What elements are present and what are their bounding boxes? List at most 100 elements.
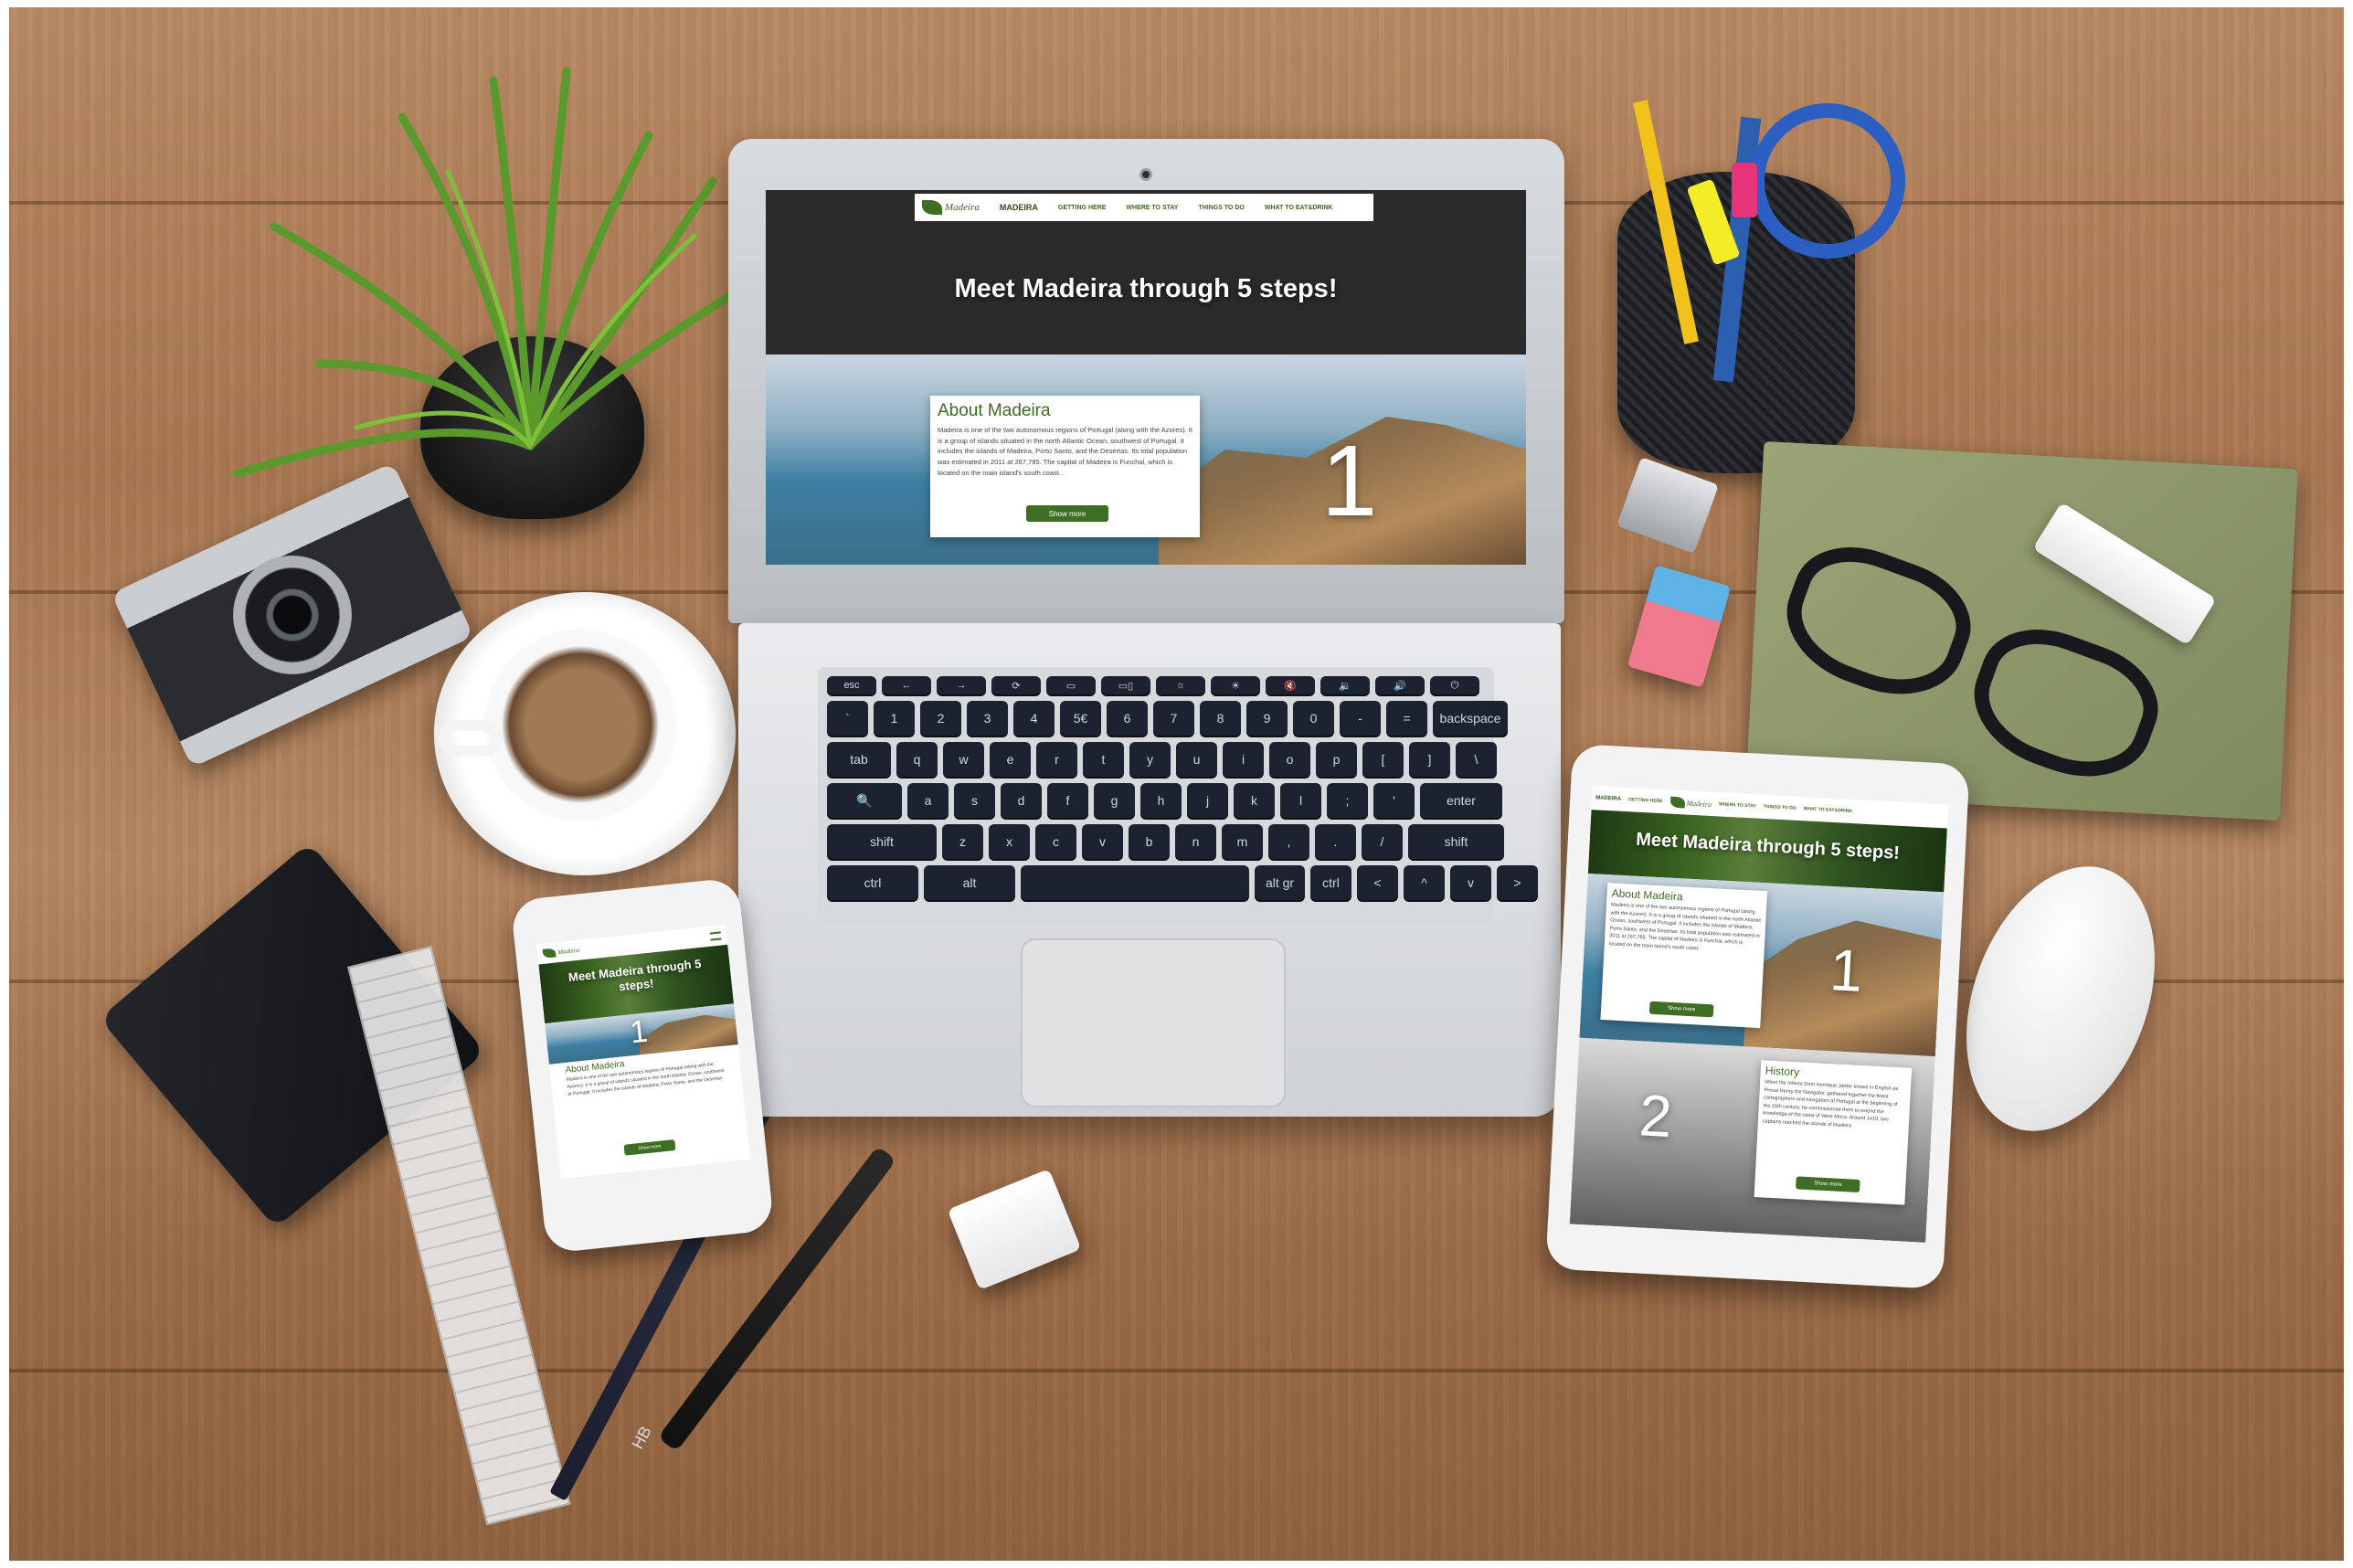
key-n[interactable]: n — [1175, 824, 1216, 859]
mouse — [1932, 840, 2189, 1158]
tablet-section1-number: 1 — [1828, 937, 1865, 1004]
key-s[interactable]: s — [954, 783, 995, 818]
key-alt-gr[interactable]: alt gr — [1255, 865, 1305, 900]
key-r[interactable]: r — [1036, 742, 1077, 777]
key-u[interactable]: u — [1176, 742, 1217, 777]
key-r0-7[interactable]: ☀ — [1211, 676, 1260, 694]
phone-leaf-logo-icon — [542, 948, 556, 959]
brand-name: Madeira — [945, 202, 980, 213]
key-r5-5[interactable]: < — [1357, 865, 1398, 900]
desktop-nav: Madeira MADEIRA GETTING HERE WHERE TO ST… — [915, 194, 1373, 221]
key-p[interactable]: p — [1316, 742, 1357, 777]
key-r0-6[interactable]: ☼ — [1156, 676, 1205, 694]
key-alt[interactable]: alt — [924, 865, 1015, 900]
key-r4-9[interactable]: . — [1315, 824, 1356, 859]
key-r0-3[interactable]: ⟳ — [991, 676, 1041, 694]
trackpad[interactable] — [1021, 938, 1286, 1107]
key-6[interactable]: 6 — [1107, 701, 1148, 736]
key-r4-8[interactable]: , — [1268, 824, 1309, 859]
key-r4-10[interactable]: / — [1362, 824, 1403, 859]
key-i[interactable]: i — [1223, 742, 1264, 777]
key-r2-11[interactable]: [ — [1362, 742, 1404, 777]
phone-about-card: About Madeira Madeira is one of the two … — [559, 1045, 739, 1172]
nav-things-to-do[interactable]: THINGS TO DO — [1198, 205, 1244, 211]
key-x[interactable]: x — [989, 824, 1030, 859]
tablet-brand-logo[interactable]: Madeira — [1669, 796, 1712, 810]
key-r0-9[interactable]: 🔉 — [1320, 676, 1370, 694]
key-j[interactable]: j — [1187, 783, 1228, 818]
key-shift[interactable]: shift — [1408, 824, 1504, 859]
about-show-more-button[interactable]: Show more — [1026, 505, 1108, 522]
key-r3-10[interactable]: ; — [1327, 783, 1368, 818]
key-r0-10[interactable]: 🔊 — [1375, 676, 1425, 694]
nav-where-to-stay[interactable]: WHERE TO STAY — [1126, 205, 1178, 211]
key-2[interactable]: 2 — [920, 701, 961, 736]
key-r0-11[interactable]: ⏻ — [1430, 676, 1479, 694]
key-r3-11[interactable]: ' — [1373, 783, 1415, 818]
key-r0-2[interactable]: → — [937, 676, 986, 694]
key-r0-5[interactable]: ▭▯ — [1101, 676, 1150, 694]
key-y[interactable]: y — [1129, 742, 1171, 777]
key-o[interactable]: o — [1269, 742, 1310, 777]
key-ctrl[interactable]: ctrl — [1310, 865, 1351, 900]
key-z[interactable]: z — [942, 824, 983, 859]
key-m[interactable]: m — [1222, 824, 1263, 859]
key-c[interactable]: c — [1035, 824, 1076, 859]
key-4[interactable]: 4 — [1013, 701, 1055, 736]
tablet-nav-what-to-eat-drink[interactable]: WHAT TO EAT&DRINK — [1804, 806, 1853, 814]
key-7[interactable]: 7 — [1153, 701, 1194, 736]
nav-getting-here[interactable]: GETTING HERE — [1058, 205, 1107, 211]
key-r0-4[interactable]: ▭ — [1046, 676, 1096, 694]
key-k[interactable]: k — [1234, 783, 1275, 818]
key-q[interactable]: q — [896, 742, 938, 777]
key-5[interactable]: 5€ — [1060, 701, 1101, 736]
key-v[interactable]: v — [1082, 824, 1123, 859]
key-a[interactable]: a — [907, 783, 949, 818]
key-1[interactable]: 1 — [874, 701, 915, 736]
key-r3-0[interactable]: 🔍 — [827, 783, 902, 818]
key-f[interactable]: f — [1047, 783, 1088, 818]
key-t[interactable]: t — [1083, 742, 1124, 777]
key-shift[interactable]: shift — [827, 824, 937, 859]
key-r5-8[interactable]: > — [1497, 865, 1538, 900]
key-9[interactable]: 9 — [1246, 701, 1288, 736]
plant-leaves-icon — [233, 67, 768, 478]
key-r5-6[interactable]: ^ — [1404, 865, 1445, 900]
hamburger-menu-icon[interactable] — [709, 930, 722, 941]
key-r1-11[interactable]: - — [1340, 701, 1381, 736]
key-r0-8[interactable]: 🔇 — [1266, 676, 1315, 694]
key-r1-12[interactable]: = — [1386, 701, 1427, 736]
key-w[interactable]: w — [943, 742, 984, 777]
coffee-cup — [484, 629, 676, 821]
key-d[interactable]: d — [1001, 783, 1042, 818]
key-h[interactable]: h — [1140, 783, 1182, 818]
key-e[interactable]: e — [990, 742, 1031, 777]
key-enter[interactable]: enter — [1420, 783, 1502, 818]
key-l[interactable]: l — [1280, 783, 1321, 818]
key-r1-0[interactable]: ` — [827, 701, 868, 736]
nav-madeira[interactable]: MADEIRA — [1000, 203, 1038, 212]
key-3[interactable]: 3 — [967, 701, 1008, 736]
key-r0-1[interactable]: ← — [882, 676, 931, 694]
tablet-nav-things-to-do[interactable]: THINGS TO DO — [1764, 804, 1797, 811]
nav-what-to-eat-drink[interactable]: WHAT TO EAT&DRINK — [1265, 205, 1333, 211]
key-g[interactable]: g — [1094, 783, 1135, 818]
pink-eraser — [1627, 565, 1732, 688]
key-8[interactable]: 8 — [1200, 701, 1241, 736]
brand-logo[interactable]: Madeira — [922, 200, 980, 215]
key-v[interactable]: v — [1450, 865, 1491, 900]
key-0[interactable]: 0 — [1293, 701, 1334, 736]
key-r2-12[interactable]: ] — [1409, 742, 1450, 777]
key-b[interactable]: b — [1129, 824, 1170, 859]
key-ctrl[interactable]: ctrl — [827, 865, 918, 900]
key-backspace[interactable]: backspace — [1433, 701, 1508, 736]
tablet-nav-where-to-stay[interactable]: WHERE TO STAY — [1719, 801, 1756, 809]
section-number: 1 — [1321, 425, 1378, 537]
key-tab[interactable]: tab — [827, 742, 891, 777]
key-space[interactable] — [1021, 865, 1249, 900]
key-r2-13[interactable]: \ — [1456, 742, 1497, 777]
phone-brand-logo[interactable]: Madeira — [542, 946, 580, 959]
tablet-nav-madeira[interactable]: MADEIRA — [1595, 795, 1621, 801]
tablet-nav-getting-here[interactable]: GETTING HERE — [1628, 797, 1663, 804]
key-esc[interactable]: esc — [827, 676, 876, 694]
